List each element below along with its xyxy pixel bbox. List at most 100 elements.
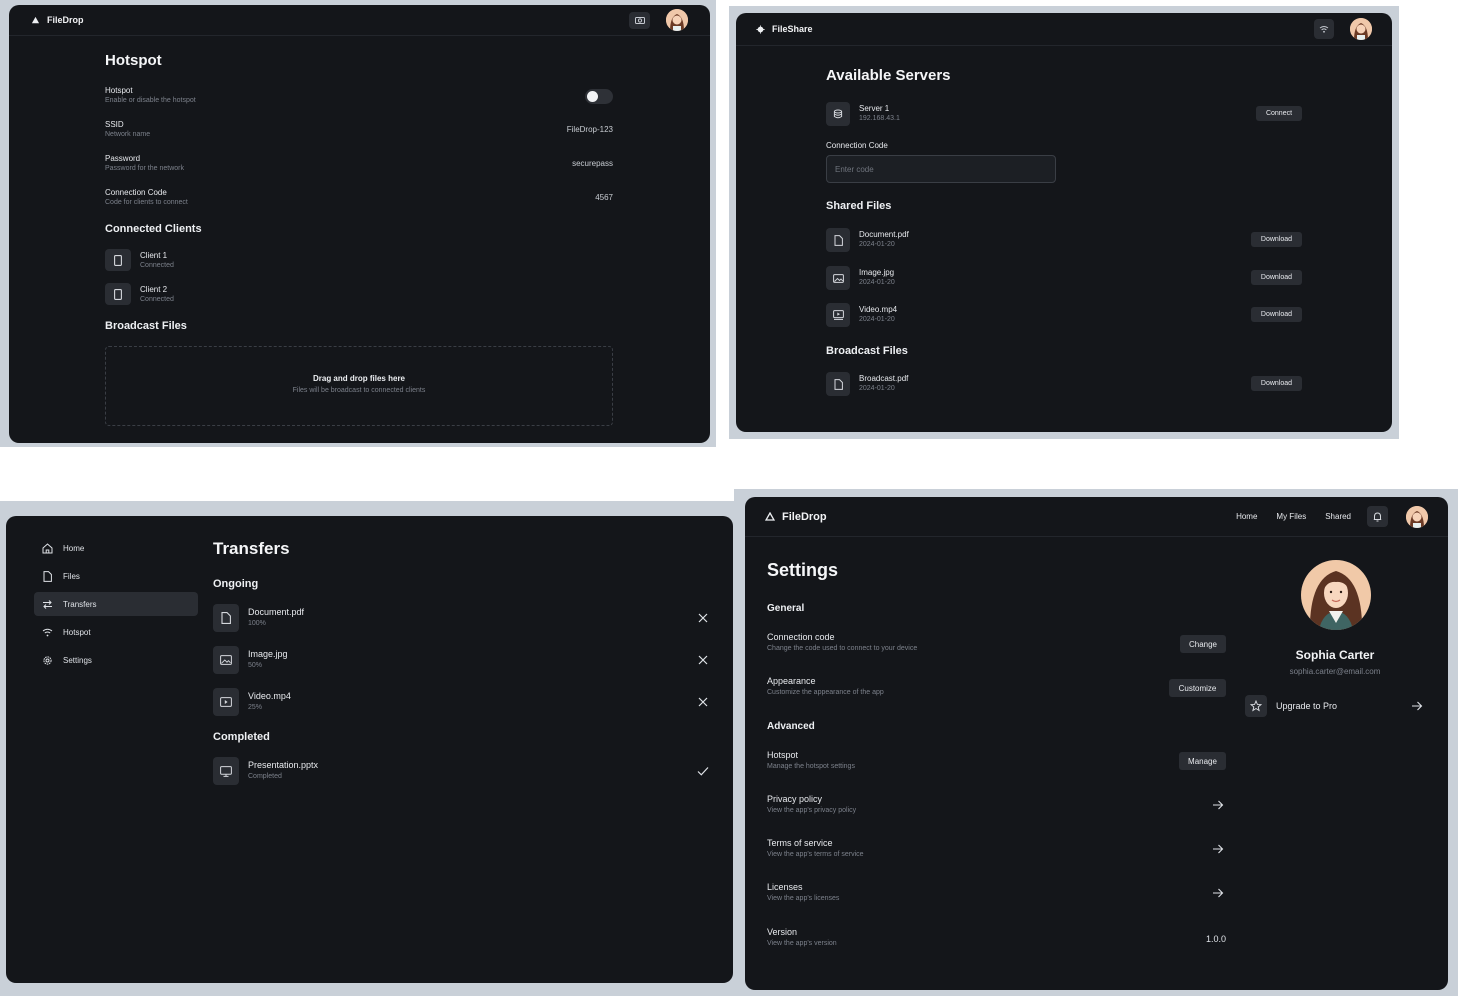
- setting-desc: View the app's terms of service: [767, 851, 864, 858]
- file-date: 2024-01-20: [859, 316, 895, 323]
- drop-zone[interactable]: Drag and drop files here Files will be b…: [105, 346, 613, 426]
- device-icon: [105, 249, 131, 271]
- database-icon: [826, 102, 850, 126]
- client-status: Connected: [140, 262, 174, 269]
- setting-label: Version: [767, 927, 798, 937]
- arrow-right-icon[interactable]: [1212, 800, 1224, 810]
- code-value[interactable]: 4567: [595, 193, 613, 202]
- page-title: Available Servers: [826, 67, 951, 84]
- brand-name: FileDrop: [47, 15, 84, 25]
- arrow-right-icon[interactable]: [1212, 844, 1224, 854]
- wifi-icon[interactable]: [1314, 19, 1334, 39]
- settings-row: Appearance Customize the appearance of t…: [767, 676, 1226, 697]
- download-button[interactable]: Download: [1251, 232, 1302, 247]
- file-name: Image.jpg: [859, 268, 895, 277]
- arrow-right-icon[interactable]: [1411, 701, 1423, 711]
- avatar[interactable]: [666, 9, 688, 31]
- settings-row: Hotspot Manage the hotspot settings Mana…: [767, 750, 1226, 770]
- customize-button[interactable]: Customize: [1169, 679, 1226, 697]
- server-name: Server 1: [859, 104, 890, 113]
- setting-label: Appearance: [767, 676, 816, 686]
- sidebar-item-home[interactable]: Home: [34, 536, 198, 560]
- manage-button[interactable]: Manage: [1179, 752, 1226, 770]
- transfer-progress: 100%: [248, 620, 266, 627]
- profile-photo: [1301, 560, 1371, 630]
- sidebar-item-label: Home: [63, 543, 85, 553]
- change-button[interactable]: Change: [1180, 635, 1226, 653]
- logo-icon: [765, 511, 775, 521]
- panel-settings: FileDrop Home My Files Shared Settings G…: [745, 497, 1448, 990]
- logo-icon: [31, 16, 40, 23]
- sidebar-item-transfers[interactable]: Transfers: [34, 592, 198, 616]
- file-date: 2024-01-20: [859, 241, 895, 248]
- section-title: Shared Files: [826, 200, 892, 212]
- setting-desc: Code for clients to connect: [105, 199, 188, 206]
- setting-label: Hotspot: [105, 86, 133, 95]
- drop-desc: Files will be broadcast to connected cli…: [292, 387, 426, 394]
- gear-icon: [43, 655, 52, 665]
- nav-shared[interactable]: Shared: [1325, 512, 1351, 521]
- server-ip: 192.168.43.1: [859, 115, 900, 122]
- panel-transfers: Home Files Transfers Hotspot Settings Tr…: [6, 516, 733, 983]
- avatar[interactable]: [1406, 505, 1428, 528]
- code-input[interactable]: Enter code: [826, 155, 1056, 183]
- download-button[interactable]: Download: [1251, 376, 1302, 391]
- sidebar-item-label: Hotspot: [63, 627, 91, 637]
- nav-home[interactable]: Home: [1236, 512, 1257, 521]
- setting-desc: Change the code used to connect to your …: [767, 645, 918, 652]
- close-icon[interactable]: [698, 655, 708, 665]
- ssid-value[interactable]: FileDrop-123: [567, 125, 613, 134]
- close-icon[interactable]: [698, 613, 708, 623]
- upgrade-label: Upgrade to Pro: [1276, 701, 1338, 711]
- brand[interactable]: FileDrop: [31, 15, 84, 25]
- file-date: 2024-01-20: [859, 385, 895, 392]
- setting-label: Licenses: [767, 882, 803, 892]
- setting-desc: Manage the hotspot settings: [767, 763, 855, 770]
- image-icon: [826, 266, 850, 290]
- setting-label: SSID: [105, 120, 124, 129]
- transfer-progress: 25%: [248, 704, 263, 711]
- video-icon: [213, 688, 239, 716]
- sidebar-item-files[interactable]: Files: [34, 564, 198, 588]
- settings-row[interactable]: Licenses View the app's licenses: [767, 882, 1226, 902]
- upgrade-row[interactable]: Upgrade to Pro: [1245, 695, 1429, 719]
- camera-icon[interactable]: [629, 11, 650, 29]
- setting-label: Privacy policy: [767, 794, 823, 804]
- transfer-name: Image.jpg: [248, 649, 288, 659]
- download-button[interactable]: Download: [1251, 270, 1302, 285]
- section-title: Completed: [213, 731, 270, 743]
- transfer-icon: [43, 599, 52, 609]
- download-button[interactable]: Download: [1251, 307, 1302, 322]
- arrow-right-icon[interactable]: [1212, 888, 1224, 898]
- brand[interactable]: FileDrop: [765, 511, 827, 523]
- profile-name: Sophia Carter: [1295, 648, 1375, 662]
- section-title: Advanced: [767, 721, 815, 732]
- presentation-icon: [213, 757, 239, 785]
- sidebar-item-hotspot[interactable]: Hotspot: [34, 620, 198, 644]
- page-title: Transfers: [213, 539, 290, 558]
- logo-icon: [756, 24, 765, 34]
- connect-button[interactable]: Connect: [1256, 106, 1302, 121]
- transfer-name: Video.mp4: [248, 691, 291, 701]
- bell-icon[interactable]: [1367, 506, 1388, 527]
- nav-my-files[interactable]: My Files: [1276, 512, 1306, 521]
- home-icon: [42, 542, 53, 553]
- sidebar-item-settings[interactable]: Settings: [34, 648, 198, 672]
- close-icon[interactable]: [698, 697, 708, 707]
- settings-row[interactable]: Terms of service View the app's terms of…: [767, 838, 1226, 858]
- brand[interactable]: FileShare: [756, 24, 813, 34]
- setting-desc: Network name: [105, 131, 151, 138]
- setting-password: Password Password for the network secure…: [105, 154, 613, 172]
- password-value[interactable]: securepass: [572, 159, 613, 168]
- file-icon: [826, 228, 850, 252]
- settings-row: Version View the app's version 1.0.0: [767, 927, 1226, 947]
- hotspot-toggle[interactable]: [585, 89, 613, 104]
- setting-label: Terms of service: [767, 838, 833, 848]
- settings-row[interactable]: Privacy policy View the app's privacy po…: [767, 794, 1226, 814]
- avatar[interactable]: [1350, 18, 1372, 40]
- file-name: Broadcast.pdf: [859, 374, 909, 383]
- section-title: Broadcast Files: [826, 345, 908, 357]
- section-title: Ongoing: [213, 578, 259, 590]
- sidebar-item-label: Settings: [63, 655, 92, 665]
- setting-label: Password: [105, 154, 141, 163]
